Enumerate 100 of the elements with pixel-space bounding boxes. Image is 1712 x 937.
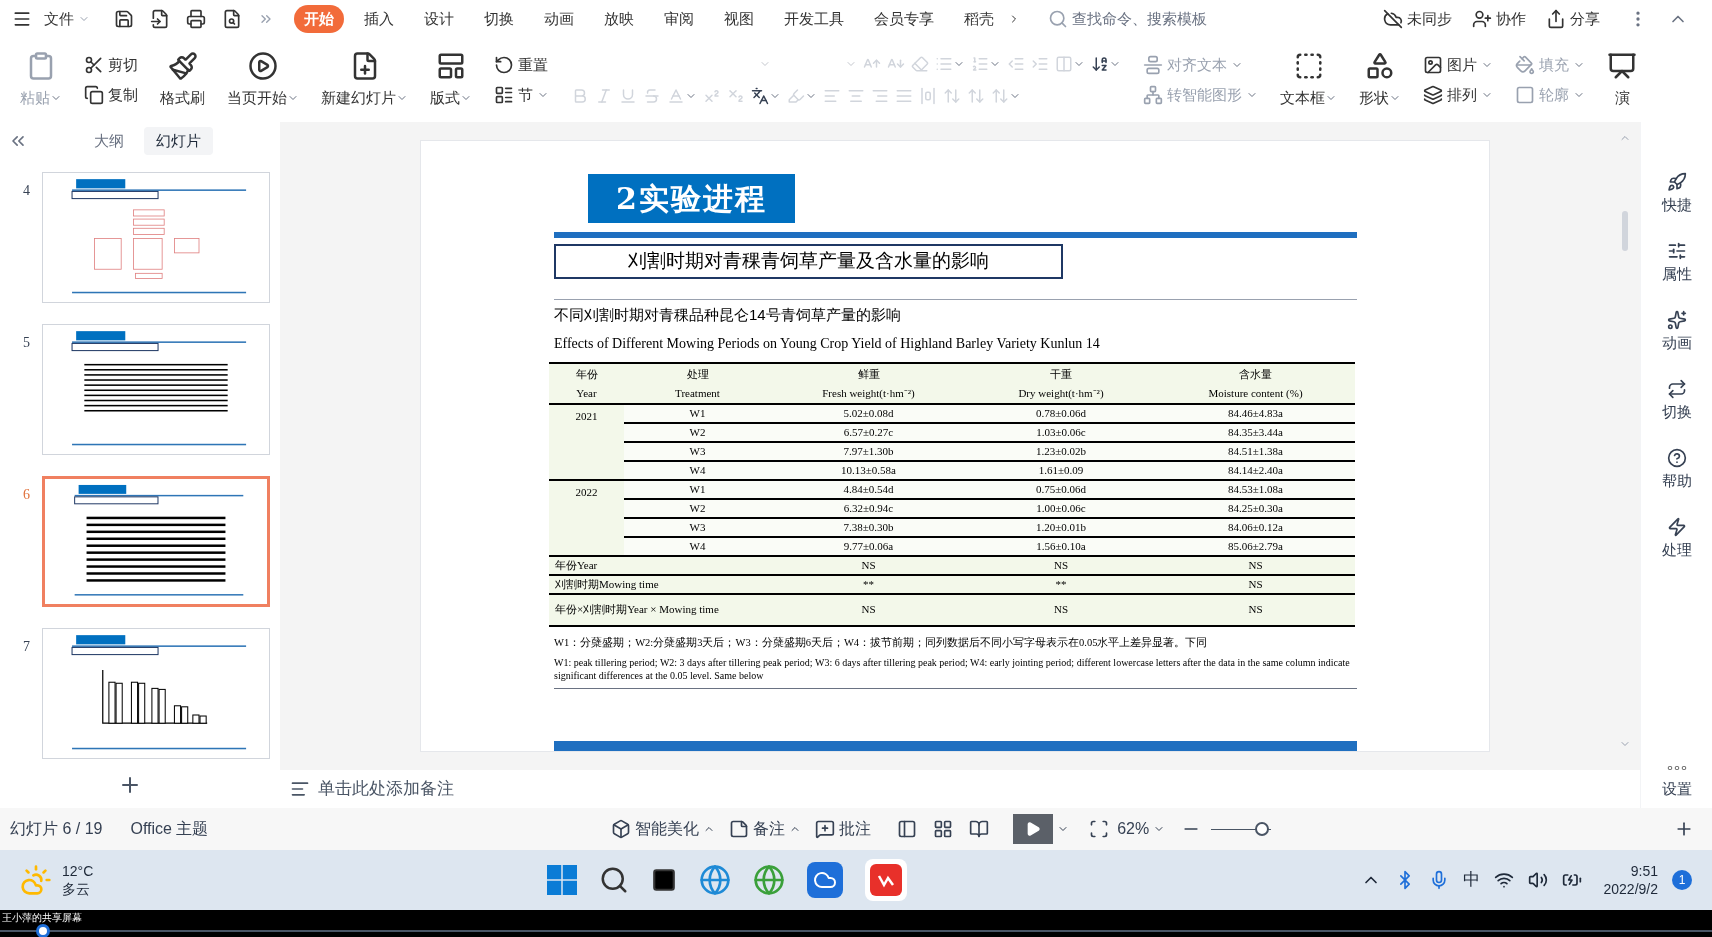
windows-start-icon[interactable]	[546, 865, 577, 895]
ribbon-button[interactable]: 格式刷	[160, 50, 205, 110]
ribbon-button[interactable]: 剪切	[84, 53, 138, 76]
volume-icon[interactable]	[1527, 870, 1548, 890]
ribbon-button[interactable]: 新建幻灯片	[321, 50, 408, 110]
ribbon-tab[interactable]: 视图	[714, 5, 764, 33]
ribbon-button[interactable]: 演	[1607, 50, 1637, 110]
cloud-off-icon	[1383, 9, 1403, 29]
sidebar-button[interactable]: 快捷	[1661, 160, 1692, 229]
comment-button[interactable]: 批注	[815, 817, 872, 841]
zoom-level[interactable]: 62%	[1117, 817, 1150, 841]
ribbon-tab[interactable]: 会员专享	[864, 5, 944, 33]
ribbon-tab[interactable]: 稻壳	[954, 5, 1004, 33]
ribbon-button[interactable]: 排列	[1423, 84, 1493, 107]
reading-view-icon[interactable]	[969, 819, 990, 839]
globe-icon[interactable]	[752, 864, 785, 896]
panel-tab[interactable]: 幻灯片	[144, 126, 213, 156]
underline-icon	[619, 87, 637, 105]
ribbon-button[interactable]: 复制	[84, 84, 138, 107]
globe-icon[interactable]	[698, 864, 731, 896]
play-button[interactable]	[1013, 814, 1054, 844]
zoom-slider[interactable]	[1211, 822, 1272, 836]
sup-icon	[703, 87, 721, 105]
ribbon-button[interactable]: 节	[494, 84, 549, 107]
file-menu[interactable]: 文件	[36, 7, 98, 31]
search-field[interactable]: 查找命令、搜索模板	[1072, 7, 1332, 31]
ribbon-tab[interactable]: 审阅	[654, 5, 704, 33]
share-button[interactable]: 分享	[1538, 7, 1608, 31]
ribbon-tab[interactable]: 开发工具	[774, 5, 854, 33]
table-cell: NS	[966, 593, 1156, 626]
menu-icon[interactable]	[12, 9, 32, 29]
smart-graphic-icon	[1143, 85, 1163, 106]
save-icon[interactable]	[114, 9, 134, 29]
bullets-icon	[935, 55, 953, 73]
cloud-app-icon[interactable]	[806, 862, 843, 898]
task-view-icon[interactable]	[650, 867, 677, 893]
beautify-button[interactable]: 智能美化	[611, 817, 716, 841]
settings-button[interactable]: 设置	[1661, 765, 1692, 800]
sidebar-button[interactable]: 动画	[1661, 298, 1692, 367]
ribbon-button[interactable]: 当页开始	[227, 50, 299, 110]
preview-icon[interactable]	[222, 9, 242, 29]
ribbon-button[interactable]: 形状	[1359, 50, 1401, 110]
ribbon-tab[interactable]: 放映	[594, 5, 644, 33]
ribbon-button[interactable]: 文本框	[1280, 50, 1337, 110]
ribbon-button[interactable]: 版式	[430, 50, 472, 110]
slide-thumbnail[interactable]	[42, 172, 270, 303]
notes-button[interactable]: 备注	[729, 817, 802, 841]
center-icon	[847, 87, 865, 105]
print-icon[interactable]	[186, 9, 206, 29]
clear-icon	[911, 55, 929, 73]
lightning-icon	[1666, 517, 1687, 537]
column-header: 年份	[549, 362, 624, 385]
normal-view-icon[interactable]	[897, 819, 918, 839]
table-title-english: Effects of Different Mowing Periods on Young Crop Yield of Highland Barley Variety Kunlun 14	[554, 334, 1101, 353]
table-cell: W3	[624, 517, 771, 537]
sidebar-button[interactable]: 属性	[1661, 229, 1692, 298]
table-cell: 85.06±2.79a	[1156, 536, 1355, 556]
table-cell: 84.46±4.83a	[1156, 403, 1355, 423]
fit-icon[interactable]	[1089, 819, 1110, 839]
sidebar-button[interactable]: 帮助	[1661, 436, 1692, 505]
slide-thumbnail[interactable]	[42, 324, 270, 455]
direction-icon	[1055, 55, 1073, 73]
wifi-icon[interactable]	[1493, 870, 1514, 890]
table-cell: 1.56±0.10a	[966, 536, 1156, 556]
table-cell: 7.97±1.30b	[771, 441, 966, 461]
table-cell: 7.38±0.30b	[771, 517, 966, 537]
indent-icon	[1031, 55, 1049, 73]
clock-date[interactable]: 2022/9/2	[1603, 880, 1658, 898]
playback-slider[interactable]	[0, 925, 1712, 936]
ribbon-tab[interactable]: 插入	[354, 5, 404, 33]
grid-view-icon[interactable]	[933, 819, 954, 839]
ribbon-tab[interactable]: 动画	[534, 5, 584, 33]
ribbon-tab[interactable]: 设计	[414, 5, 464, 33]
table-cell: 0.78±0.06d	[966, 403, 1156, 423]
clock-time[interactable]: 9:51	[1630, 862, 1658, 880]
notes-field[interactable]: 单击此处添加备注	[318, 776, 454, 802]
layers-icon	[1423, 85, 1443, 106]
ribbon-button[interactable]: 图片	[1423, 53, 1493, 76]
table-cell: 年份Year	[549, 555, 771, 575]
sparkle-icon	[1666, 310, 1687, 330]
slide-thumbnail[interactable]	[42, 476, 270, 607]
scrollbar-thumb[interactable]	[1622, 211, 1628, 251]
user-plus-icon	[1472, 9, 1492, 29]
office-app-icon[interactable]	[864, 859, 907, 901]
reset-icon	[494, 54, 514, 75]
panel-tab[interactable]: 大纲	[82, 126, 136, 156]
sync-button[interactable]: 未同步	[1375, 7, 1460, 31]
slide-number: 6	[22, 486, 30, 504]
sidebar-button[interactable]: 切换	[1661, 367, 1692, 436]
collab-button[interactable]: 协作	[1464, 7, 1534, 31]
slide-thumbnail[interactable]	[42, 628, 270, 759]
notification-badge[interactable]: 1	[1672, 870, 1692, 890]
pinyin-icon	[751, 87, 769, 105]
sidebar-button[interactable]: 处理	[1661, 505, 1692, 574]
section-icon	[494, 85, 514, 106]
comment-icon	[815, 819, 836, 839]
ribbon-tab[interactable]: 切换	[474, 5, 524, 33]
ribbon-button[interactable]: 重置	[494, 53, 549, 76]
export-icon[interactable]	[150, 9, 170, 29]
input-method[interactable]: 中	[1462, 867, 1480, 893]
